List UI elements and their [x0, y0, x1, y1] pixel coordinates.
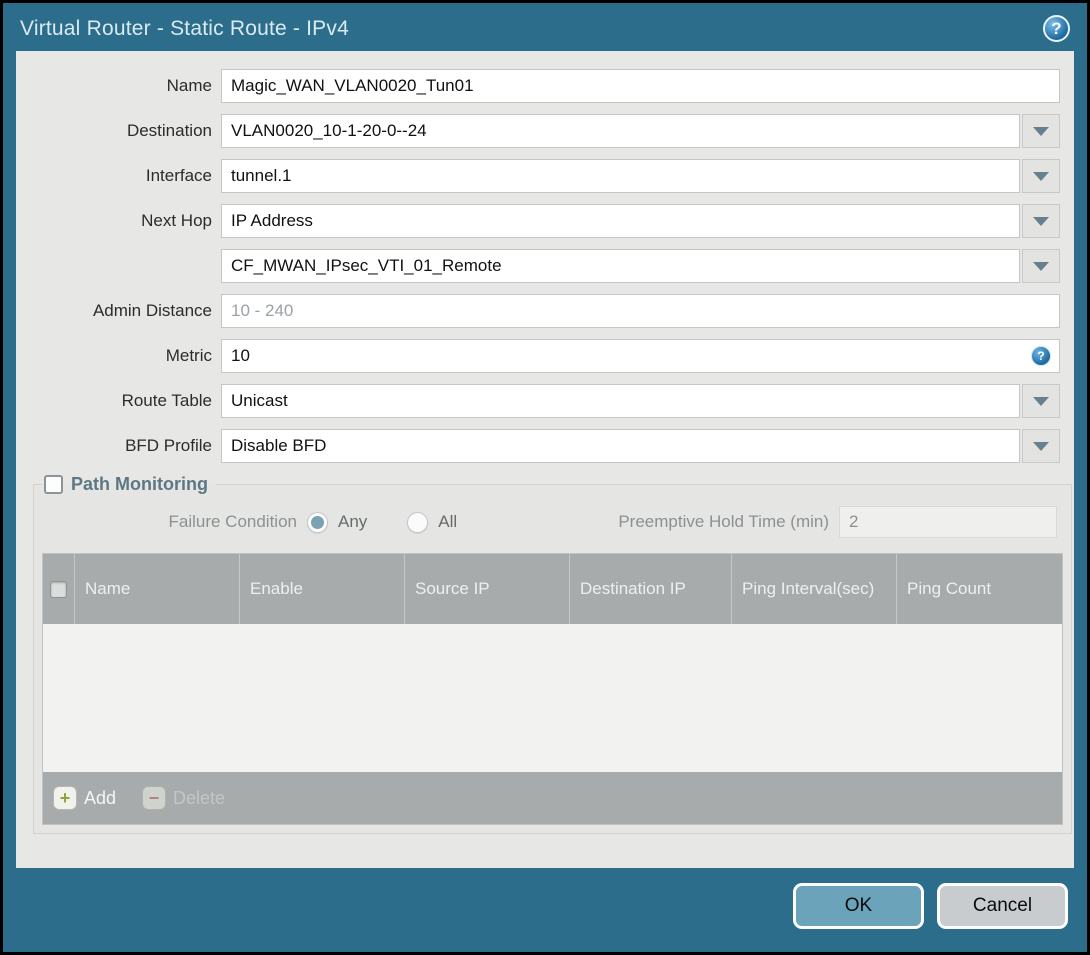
metric-row: Metric ?	[16, 339, 1060, 373]
table-footer-toolbar: + Add − Delete	[43, 772, 1062, 824]
path-monitoring-section: Path Monitoring Failure Condition Any Al…	[33, 474, 1072, 834]
dialog-title: Virtual Router - Static Route - IPv4	[20, 16, 349, 40]
next-hop-address-input[interactable]	[221, 249, 1020, 283]
next-hop-row: Next Hop	[16, 204, 1060, 238]
column-header-name[interactable]: Name	[75, 554, 240, 624]
path-monitoring-checkbox[interactable]	[44, 475, 63, 494]
path-monitoring-table: Name Enable Source IP Destination IP Pin…	[42, 553, 1063, 825]
metric-help-icon[interactable]: ?	[1031, 346, 1051, 366]
dialog-content: Name Destination Interface Next Hop	[16, 51, 1074, 868]
admin-distance-row: Admin Distance	[16, 294, 1060, 328]
interface-input[interactable]	[221, 159, 1020, 193]
chevron-down-icon	[1033, 441, 1049, 451]
admin-distance-input[interactable]	[221, 294, 1060, 328]
path-monitoring-title: Path Monitoring	[71, 474, 208, 494]
chevron-down-icon	[1033, 126, 1049, 136]
next-hop-address-row	[16, 249, 1060, 283]
column-header-enable[interactable]: Enable	[240, 554, 405, 624]
next-hop-label: Next Hop	[141, 211, 212, 230]
column-header-ping-interval[interactable]: Ping Interval(sec)	[732, 554, 897, 624]
destination-label: Destination	[126, 121, 212, 140]
dialog-footer: OK Cancel	[6, 862, 1084, 949]
failure-condition-label: Failure Condition	[168, 512, 297, 531]
bfd-profile-dropdown-button[interactable]	[1022, 429, 1060, 463]
dialog-titlebar: Virtual Router - Static Route - IPv4 ?	[6, 6, 1084, 51]
static-route-dialog: Virtual Router - Static Route - IPv4 ? N…	[0, 0, 1090, 955]
interface-dropdown-button[interactable]	[1022, 159, 1060, 193]
admin-distance-label: Admin Distance	[92, 301, 212, 320]
table-body-empty	[43, 624, 1062, 772]
next-hop-type-dropdown-button[interactable]	[1022, 204, 1060, 238]
delete-icon: −	[142, 786, 167, 810]
failure-condition-row: Failure Condition Any All Preemptive Hol…	[42, 505, 1057, 539]
add-button-label: Add	[84, 787, 117, 808]
failure-condition-all-label: All	[438, 512, 458, 531]
chevron-down-icon	[1033, 216, 1049, 226]
select-all-checkbox[interactable]	[50, 580, 67, 598]
column-header-destination-ip[interactable]: Destination IP	[570, 554, 732, 624]
name-row: Name	[16, 69, 1060, 103]
table-header-row: Name Enable Source IP Destination IP Pin…	[43, 554, 1062, 624]
delete-button-label: Delete	[173, 787, 226, 808]
column-header-source-ip[interactable]: Source IP	[405, 554, 570, 624]
table-header-checkbox-cell	[43, 554, 75, 624]
add-button[interactable]: + Add	[53, 786, 116, 810]
bfd-profile-input[interactable]	[221, 429, 1020, 463]
name-input[interactable]	[221, 69, 1060, 103]
delete-button[interactable]: − Delete	[142, 786, 225, 810]
chevron-down-icon	[1033, 261, 1049, 271]
preemptive-hold-time-label: Preemptive Hold Time (min)	[618, 512, 829, 531]
next-hop-address-dropdown-button[interactable]	[1022, 249, 1060, 283]
next-hop-type-input[interactable]	[221, 204, 1020, 238]
chevron-down-icon	[1033, 396, 1049, 406]
chevron-down-icon	[1033, 171, 1049, 181]
path-monitoring-legend: Path Monitoring	[42, 474, 216, 495]
route-table-label: Route Table	[121, 391, 212, 410]
metric-input[interactable]	[221, 339, 1060, 373]
metric-label: Metric	[165, 346, 212, 365]
name-label: Name	[166, 76, 212, 95]
destination-row: Destination	[16, 114, 1060, 148]
failure-condition-all-radio[interactable]	[407, 511, 429, 533]
destination-dropdown-button[interactable]	[1022, 114, 1060, 148]
route-table-row: Route Table	[16, 384, 1060, 418]
preemptive-hold-time-input[interactable]	[839, 506, 1057, 538]
cancel-button[interactable]: Cancel	[937, 882, 1068, 929]
failure-condition-any-label: Any	[338, 512, 368, 531]
failure-condition-any-radio[interactable]	[307, 511, 328, 533]
interface-label: Interface	[145, 166, 212, 185]
destination-input[interactable]	[221, 114, 1020, 148]
bfd-profile-label: BFD Profile	[125, 436, 212, 455]
interface-row: Interface	[16, 159, 1060, 193]
add-icon: +	[53, 786, 77, 810]
bfd-profile-row: BFD Profile	[16, 429, 1060, 463]
ok-button[interactable]: OK	[793, 882, 924, 929]
column-header-ping-count[interactable]: Ping Count	[897, 554, 1062, 624]
help-icon[interactable]: ?	[1043, 15, 1070, 42]
route-table-dropdown-button[interactable]	[1022, 384, 1060, 418]
route-table-input[interactable]	[221, 384, 1020, 418]
